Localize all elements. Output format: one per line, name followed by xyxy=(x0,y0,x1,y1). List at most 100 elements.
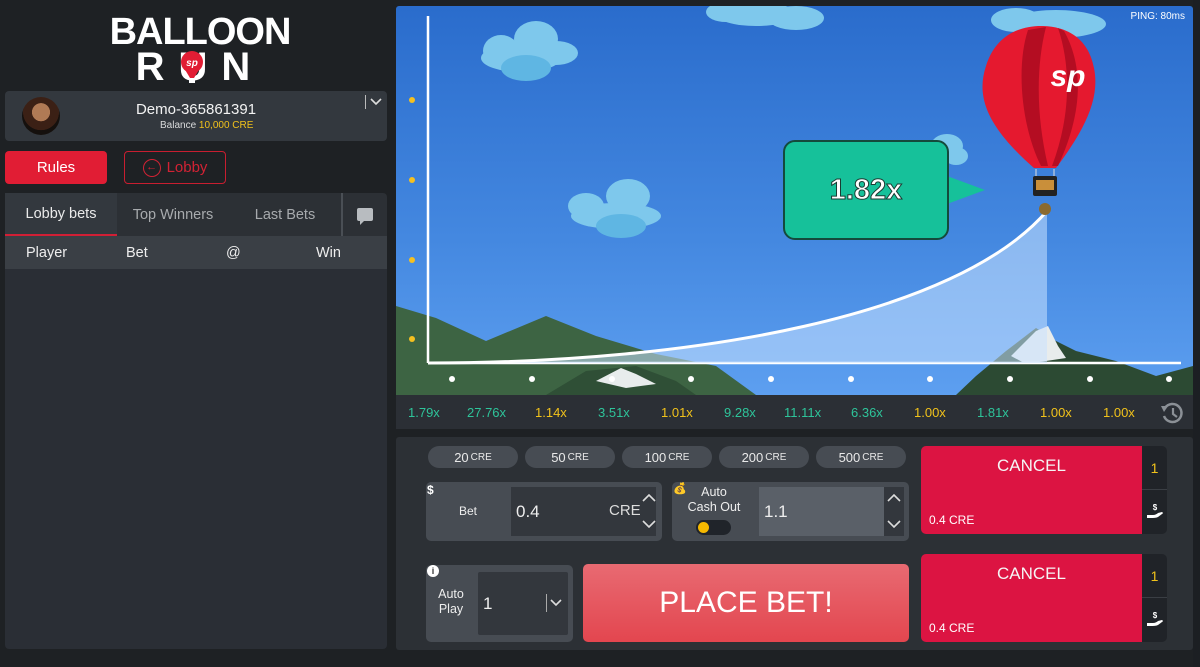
rules-button[interactable]: Rules xyxy=(5,151,107,184)
divider xyxy=(1142,597,1167,598)
x-axis-marker xyxy=(609,376,615,382)
balance-value: 10,000 CRE xyxy=(198,120,254,131)
chip-500[interactable]: 500 CRE xyxy=(816,446,906,468)
lobby-label: Lobby xyxy=(166,159,208,176)
cloud xyxy=(481,21,578,81)
cancel-label: CANCEL xyxy=(997,564,1066,583)
auto-play-caret xyxy=(546,594,562,612)
cancel-label: CANCEL xyxy=(997,456,1066,475)
active-bet-card: CANCEL 0.4 CRE 1 $ xyxy=(921,554,1167,642)
chip-20[interactable]: 20 CRE xyxy=(428,446,518,468)
chevron-up-icon[interactable] xyxy=(642,494,656,502)
bets-tabs: Lobby bets Top Winners Last Bets xyxy=(5,193,387,236)
lobby-button[interactable]: ← Lobby xyxy=(124,151,226,184)
y-axis-marker xyxy=(409,177,415,183)
divider xyxy=(365,95,366,109)
balloon-icon: sp xyxy=(982,26,1096,215)
history-item: 9.28x xyxy=(724,405,756,420)
tab-last-bets[interactable]: Last Bets xyxy=(229,193,341,236)
auto-cash-out-stepper[interactable] xyxy=(885,494,903,528)
auto-play-box: i Auto Play 1 xyxy=(426,565,573,642)
bet-count: 1 xyxy=(1150,568,1159,584)
label-line: Auto xyxy=(701,485,727,499)
auto-play-label: Auto Play xyxy=(430,587,472,617)
label-line: Cash Out xyxy=(687,500,741,514)
chip-amount: 50 xyxy=(551,449,566,465)
game-canvas: sp PING: 80ms 1.82x xyxy=(396,6,1193,395)
auto-cash-out-box: 💰 Auto Cash Out xyxy=(672,482,909,541)
dollar-icon: $ xyxy=(427,483,434,497)
info-icon[interactable]: i xyxy=(427,565,439,577)
bet-count: 1 xyxy=(1150,460,1159,476)
history-item: 1.14x xyxy=(535,405,567,420)
x-axis-marker xyxy=(848,376,854,382)
chip-amount: 20 xyxy=(454,449,469,465)
y-axis-marker xyxy=(409,97,415,103)
place-bet-button[interactable]: PLACE BET! xyxy=(583,564,909,642)
auto-play-select[interactable]: 1 xyxy=(478,572,568,635)
cancel-bet-button[interactable]: CANCEL 0.4 CRE xyxy=(921,554,1142,642)
divider xyxy=(546,594,547,612)
chat-button[interactable] xyxy=(341,193,387,236)
history-item: 1.79x xyxy=(408,405,440,420)
ping-indicator: PING: 80ms xyxy=(1130,11,1185,22)
chip-amount: 100 xyxy=(644,449,667,465)
multiplier-bubble-tail xyxy=(947,176,985,204)
bets-table-header: Player Bet @ Win xyxy=(5,236,387,269)
chip-200[interactable]: 200 CRE xyxy=(719,446,809,468)
chevron-down-icon xyxy=(370,98,382,106)
column-player: Player xyxy=(26,244,68,261)
column-bet: Bet xyxy=(126,244,148,261)
bet-controls-panel: 20CRE 50CRE 100CRE 200CRE 500CRE $ Bet C… xyxy=(396,437,1193,650)
bet-amount-box: $ Bet CRE xyxy=(426,482,662,541)
chevron-down-icon[interactable] xyxy=(642,520,656,528)
chevron-down-icon[interactable] xyxy=(887,520,901,528)
y-axis-marker xyxy=(409,257,415,263)
hand-coin-icon[interactable]: $ xyxy=(1145,502,1165,522)
cloud xyxy=(568,179,661,238)
x-axis-marker xyxy=(529,376,535,382)
y-axis-marker xyxy=(409,336,415,342)
history-clock-icon[interactable] xyxy=(1159,400,1185,426)
tab-top-winners[interactable]: Top Winners xyxy=(117,193,229,236)
chevron-down-icon xyxy=(550,599,562,607)
x-axis-marker xyxy=(449,376,455,382)
bet-stepper[interactable] xyxy=(640,494,658,528)
chip-100[interactable]: 100 CRE xyxy=(622,446,712,468)
history-item: 1.00x xyxy=(1103,405,1135,420)
history-item: 27.76x xyxy=(467,405,507,420)
history-item: 3.51x xyxy=(598,405,630,420)
tab-lobby-bets[interactable]: Lobby bets xyxy=(5,193,117,236)
chip-unit: CRE xyxy=(862,451,884,463)
toggle-knob xyxy=(698,522,709,533)
balance-display: Balance 10,000 CRE xyxy=(160,120,253,131)
bets-list[interactable] xyxy=(5,269,387,649)
history-item: 1.81x xyxy=(977,405,1009,420)
user-menu-dropdown[interactable] xyxy=(365,95,382,109)
chevron-up-icon[interactable] xyxy=(887,494,901,502)
chip-unit: CRE xyxy=(668,451,690,463)
chat-bubble-icon xyxy=(357,208,373,225)
bet-side-panel: 1 $ xyxy=(1142,554,1167,642)
auto-cash-out-toggle[interactable] xyxy=(696,520,731,535)
history-item: 11.11x xyxy=(784,405,822,420)
bet-label: Bet xyxy=(459,504,478,518)
cancel-bet-button[interactable]: CANCEL 0.4 CRE xyxy=(921,446,1142,534)
logo-badge-text: sp xyxy=(186,58,198,69)
x-axis-marker xyxy=(768,376,774,382)
chip-50[interactable]: 50 CRE xyxy=(525,446,615,468)
auto-cash-out-input[interactable] xyxy=(759,487,884,536)
auto-cash-out-label: Auto Cash Out xyxy=(684,485,744,515)
label-line: Play xyxy=(438,602,464,616)
balance-label: Balance xyxy=(160,120,197,131)
hand-coin-icon[interactable]: $ xyxy=(1145,610,1165,630)
x-axis-marker xyxy=(927,376,933,382)
auto-play-value: 1 xyxy=(483,594,493,613)
x-axis-marker xyxy=(688,376,694,382)
arrow-left-circle-icon: ← xyxy=(142,158,161,177)
balloon-logo-text: sp xyxy=(1050,60,1085,93)
x-axis-marker xyxy=(1166,376,1172,382)
svg-text:$: $ xyxy=(1153,503,1158,512)
history-item: 1.00x xyxy=(1040,405,1072,420)
chip-unit: CRE xyxy=(765,451,787,463)
